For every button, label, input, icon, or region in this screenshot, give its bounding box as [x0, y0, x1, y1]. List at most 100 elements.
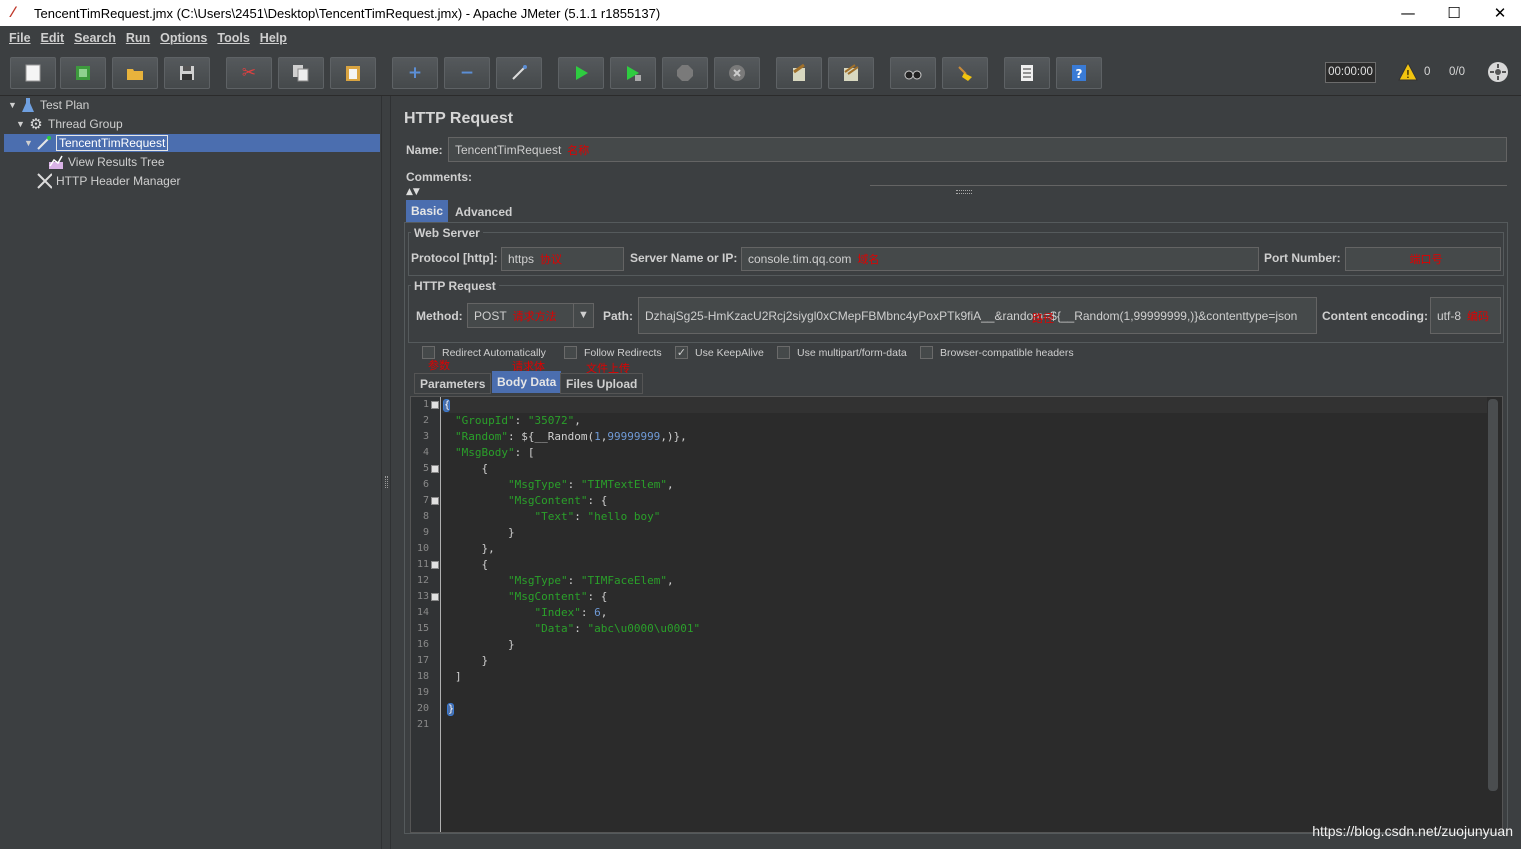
plus-icon: + [407, 63, 423, 83]
save-button[interactable] [164, 57, 210, 89]
tab-parameters[interactable]: Parameters [414, 373, 492, 394]
paste-button[interactable] [330, 57, 376, 89]
line-number: 15 [416, 623, 429, 634]
menu-tools[interactable]: Tools [212, 31, 254, 45]
vertical-scrollbar[interactable] [1488, 399, 1498, 791]
body-data-editor[interactable]: 1 2 3 4 5 6 7 8 9 10 11 12 13 14 15 16 17 18 19 20 21 { "Gro… [410, 396, 1503, 833]
help-button[interactable]: ? [1056, 57, 1102, 89]
play-icon [572, 64, 590, 82]
close-button[interactable]: ✕ [1477, 0, 1521, 26]
port-annotation: 端口号 [1409, 254, 1443, 266]
server-name-label: Server Name or IP: [630, 251, 738, 265]
fold-icon[interactable] [431, 593, 439, 601]
checkbox-box[interactable] [920, 346, 933, 359]
menu-options[interactable]: Options [155, 31, 212, 45]
protocol-field[interactable]: https 协议 [501, 247, 624, 271]
tree-item-test-plan[interactable]: ▼ Test Plan [8, 96, 89, 114]
menu-help[interactable]: Help [255, 31, 292, 45]
svg-text:?: ? [1076, 67, 1083, 81]
menu-edit[interactable]: Edit [36, 31, 70, 45]
expand-toggle[interactable]: ▼ [24, 138, 36, 148]
reset-search-button[interactable] [942, 57, 988, 89]
name-field[interactable]: TencentTimRequest 名称 [448, 137, 1507, 162]
server-name-field[interactable]: console.tim.qq.com 域名 [741, 247, 1259, 271]
menu-file[interactable]: File [4, 31, 36, 45]
line-number: 19 [416, 687, 429, 698]
new-button[interactable] [10, 57, 56, 89]
checkbox-label: Use multipart/form-data [797, 346, 907, 359]
path-value: DzhajSg25-HmKzacU2Rcj2siygl0xCMepFBMbnc4… [645, 308, 1298, 323]
code-line: "MsgContent": { [507, 494, 608, 507]
web-server-title: Web Server [411, 226, 483, 240]
checkbox-box[interactable] [564, 346, 577, 359]
port-field[interactable]: 端口号 [1345, 247, 1501, 271]
tab-basic[interactable]: Basic [406, 200, 449, 222]
collapse-button[interactable]: − [444, 57, 490, 89]
fold-icon[interactable] [431, 401, 439, 409]
code-line: "MsgType": "TIMTextElem", [507, 478, 674, 491]
copy-button[interactable] [278, 57, 324, 89]
code-line: } [455, 638, 515, 651]
path-field[interactable]: DzhajSg25-HmKzacU2Rcj2siygl0xCMepFBMbnc4… [638, 297, 1317, 334]
divider-grip[interactable] [385, 476, 388, 488]
use-multipart-checkbox[interactable]: Use multipart/form-data [777, 346, 907, 359]
tree-item-view-results-tree[interactable]: View Results Tree [48, 153, 165, 171]
content-encoding-value: utf-8 [1437, 308, 1462, 323]
clear-button[interactable] [776, 57, 822, 89]
open-button[interactable] [112, 57, 158, 89]
tree-item-http-header-manager[interactable]: HTTP Header Manager [36, 172, 181, 190]
menu-bar: File Edit Search Run Options Tools Help [0, 26, 1521, 50]
clear-all-button[interactable] [828, 57, 874, 89]
content-encoding-field[interactable]: utf-8 编码 [1430, 297, 1501, 334]
split-pane-divider[interactable] [381, 96, 391, 849]
tree-item-tencenttimrequest[interactable]: ▼ TencentTimRequest [4, 134, 380, 152]
checkbox-box[interactable] [777, 346, 790, 359]
collapse-arrows-icon[interactable]: ▲▼ [406, 187, 430, 197]
copy-icon [292, 64, 310, 82]
shutdown-button[interactable] [714, 57, 760, 89]
method-select[interactable]: POST 请求方法 ▼ [467, 303, 594, 328]
templates-button[interactable] [60, 57, 106, 89]
follow-redirects-checkbox[interactable]: Follow Redirects [564, 346, 662, 359]
expand-button[interactable]: + [392, 57, 438, 89]
checkmark-icon[interactable]: ✓ [675, 346, 688, 359]
maximize-button[interactable]: ☐ [1431, 0, 1477, 26]
line-number: 4 [422, 447, 429, 458]
current-line-highlight [442, 397, 1487, 413]
start-no-pauses-button[interactable] [610, 57, 656, 89]
minimize-button[interactable]: — [1385, 0, 1431, 26]
chevron-down-icon[interactable]: ▼ [573, 304, 593, 327]
remote-engine-icon[interactable] [1488, 62, 1508, 82]
function-helper-button[interactable] [1004, 57, 1050, 89]
browser-compatible-headers-checkbox[interactable]: Browser-compatible headers [920, 346, 1074, 359]
comments-field[interactable] [870, 166, 1507, 186]
name-label: Name: [406, 143, 443, 157]
tab-files-upload[interactable]: Files Upload [560, 373, 644, 394]
toggle-button[interactable] [496, 57, 542, 89]
stop-button[interactable] [662, 57, 708, 89]
search-button[interactable] [890, 57, 936, 89]
tab-body-data[interactable]: Body Data [492, 371, 562, 393]
expand-toggle[interactable]: ▼ [16, 119, 28, 129]
panel-title: HTTP Request [404, 110, 514, 127]
line-number: 20 [416, 703, 429, 714]
cut-button[interactable]: ✂ [226, 57, 272, 89]
expand-toggle[interactable]: ▼ [8, 100, 20, 110]
tab-advanced[interactable]: Advanced [450, 201, 517, 223]
fold-icon[interactable] [431, 465, 439, 473]
menu-search[interactable]: Search [69, 31, 121, 45]
fold-icon[interactable] [431, 561, 439, 569]
comments-label: Comments: [406, 170, 473, 184]
flask-icon [20, 97, 36, 113]
window-title: TencentTimRequest.jmx (C:\Users\2451\Des… [34, 5, 661, 21]
protocol-value: https [508, 252, 535, 266]
binoculars-icon [904, 64, 922, 82]
minus-icon: − [459, 63, 475, 83]
start-button[interactable] [558, 57, 604, 89]
menu-run[interactable]: Run [121, 31, 155, 45]
tree-item-thread-group[interactable]: ▼ ⚙ Thread Group [16, 115, 123, 133]
warning-icon[interactable]: ! [1398, 61, 1418, 82]
resize-grip-icon[interactable] [956, 190, 972, 194]
use-keepalive-checkbox[interactable]: ✓ Use KeepAlive [675, 346, 764, 359]
fold-icon[interactable] [431, 497, 439, 505]
